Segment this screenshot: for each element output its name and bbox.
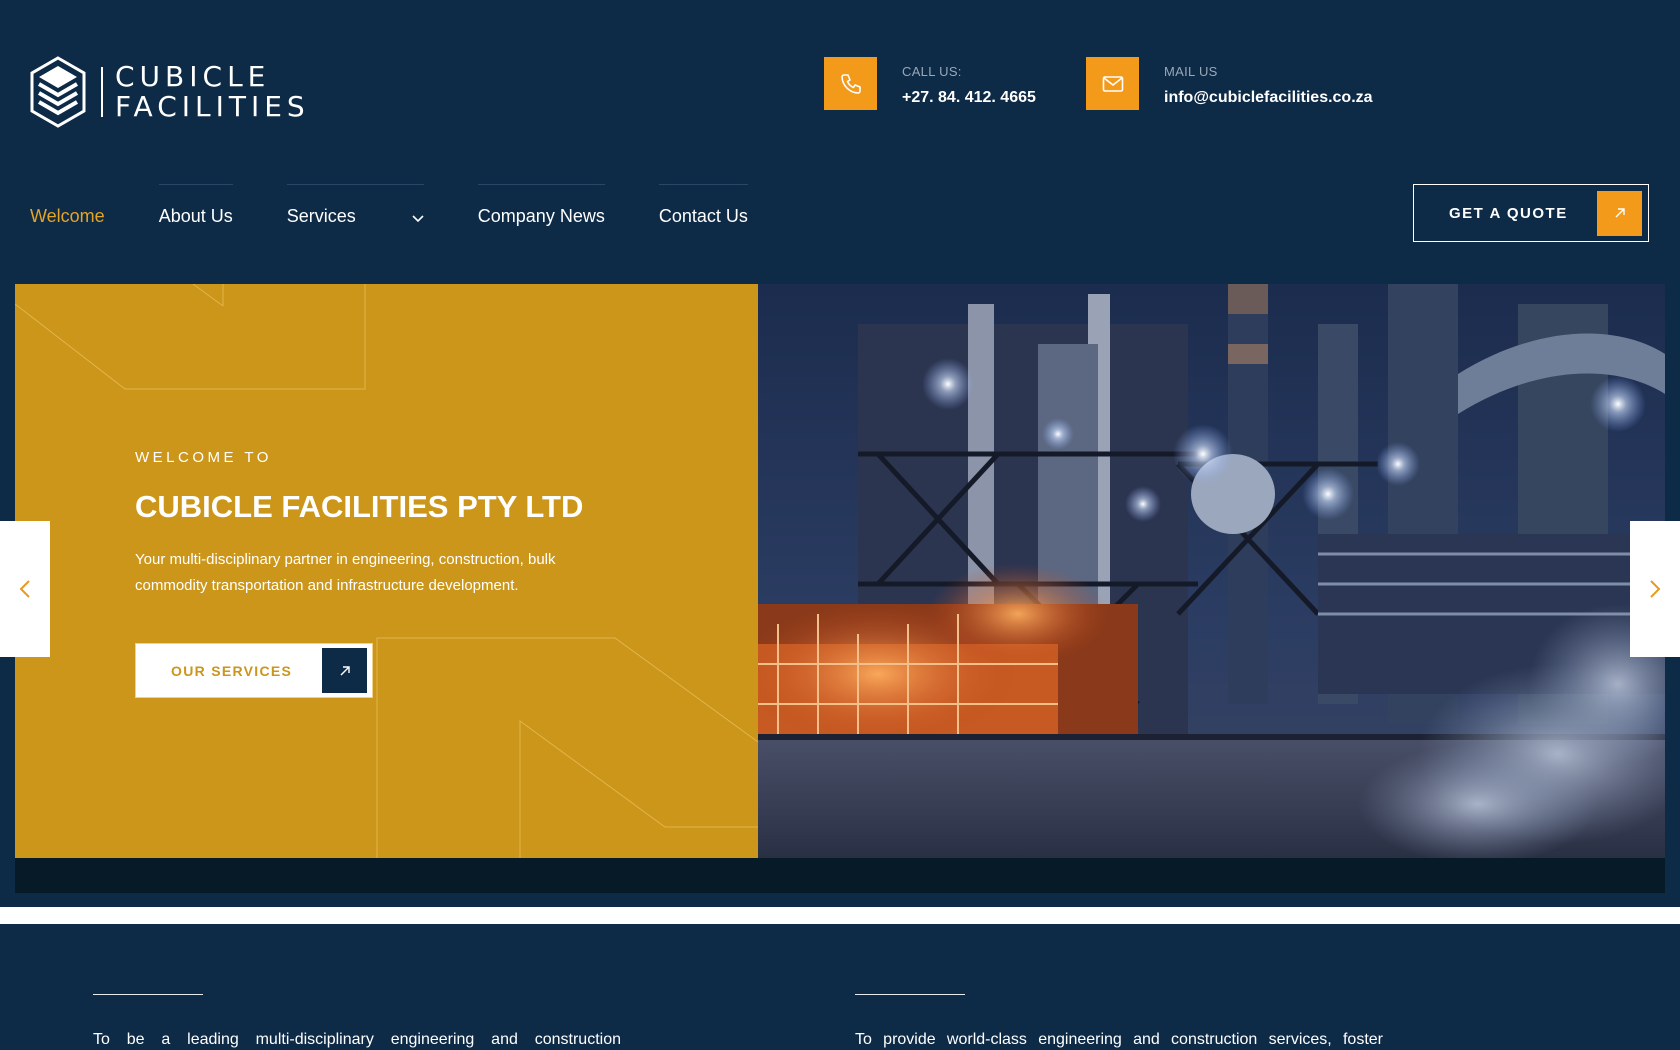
our-services-label: OUR SERVICES [171, 662, 293, 679]
vision-rule [93, 994, 203, 995]
hero-bottom-bar [15, 858, 1665, 893]
section-divider [0, 907, 1680, 924]
email-link[interactable]: info@cubiclefacilities.co.za [1164, 89, 1373, 107]
mission-vision-section: To be a leading multi-disciplinary engin… [15, 924, 1665, 1050]
mission-column: To provide world-class engineering and c… [855, 994, 1383, 1049]
nav-item-welcome[interactable]: Welcome [30, 184, 105, 227]
nav-item-services-label: Services [286, 206, 356, 226]
hero-slider: WELCOME TO CUBICLE FACILITIES PTY LTD Yo… [15, 284, 1665, 858]
get-a-quote-label: GET A QUOTE [1449, 204, 1568, 222]
brand-logo[interactable]: CUBICLE FACILITIES [29, 56, 310, 128]
arrow-up-right-icon [1597, 190, 1642, 236]
our-services-button[interactable]: OUR SERVICES [135, 643, 373, 698]
mission-rule [855, 994, 965, 995]
call-us-label: CALL US: [902, 64, 962, 79]
industrial-plant-illustration [758, 284, 1665, 858]
nav-item-contact-us[interactable]: Contact Us [658, 184, 748, 227]
nav-item-services[interactable]: Services [286, 184, 424, 228]
mission-text: To provide world-class engineering and c… [855, 1031, 1383, 1048]
vision-column: To be a leading multi-disciplinary engin… [93, 994, 621, 1049]
brand-name-line2: FACILITIES [115, 90, 310, 123]
chevron-down-icon[interactable] [412, 207, 424, 228]
logo-divider [101, 67, 103, 117]
mail-us-label: MAIL US [1164, 64, 1218, 79]
hero-kicker: WELCOME TO [135, 449, 272, 466]
hero-text-panel: WELCOME TO CUBICLE FACILITIES PTY LTD Yo… [15, 284, 758, 858]
phone-number-link[interactable]: +27. 84. 412. 4665 [902, 89, 1036, 107]
brand-name: CUBICLE FACILITIES [115, 62, 310, 122]
mail-icon [1102, 75, 1123, 92]
call-us-block: CALL US: +27. 84. 412. 4665 [824, 57, 1036, 110]
brand-name-line1: CUBICLE [115, 60, 271, 93]
hero-title: CUBICLE FACILITIES PTY LTD [135, 489, 584, 524]
logo-cube-icon [30, 56, 86, 128]
phone-icon [840, 73, 861, 94]
nav-item-company-news[interactable]: Company News [477, 184, 605, 227]
mail-us-block: MAIL US info@cubiclefacilities.co.za [1086, 57, 1373, 110]
chevron-right-icon [1650, 580, 1661, 598]
mail-icon-box [1086, 57, 1139, 110]
get-a-quote-button[interactable]: GET A QUOTE [1413, 184, 1649, 242]
nav-item-about-us[interactable]: About Us [158, 184, 233, 227]
main-nav: Welcome About Us Services Company News C… [30, 184, 802, 228]
chevron-left-icon [19, 580, 30, 598]
arrow-up-right-icon [322, 648, 367, 693]
hero-image-industrial-plant [758, 284, 1665, 858]
slider-prev-button[interactable] [0, 521, 50, 657]
phone-icon-box [824, 57, 877, 110]
hero-description: Your multi-disciplinary partner in engin… [135, 551, 556, 594]
vision-text: To be a leading multi-disciplinary engin… [93, 1031, 621, 1048]
slider-next-button[interactable] [1630, 521, 1680, 657]
